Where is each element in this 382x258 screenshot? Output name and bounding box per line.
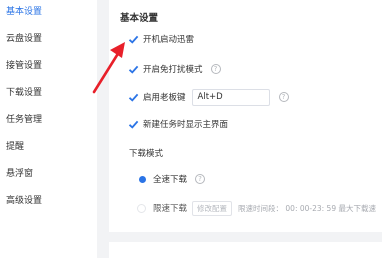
red-arrow-annotation	[92, 42, 125, 94]
